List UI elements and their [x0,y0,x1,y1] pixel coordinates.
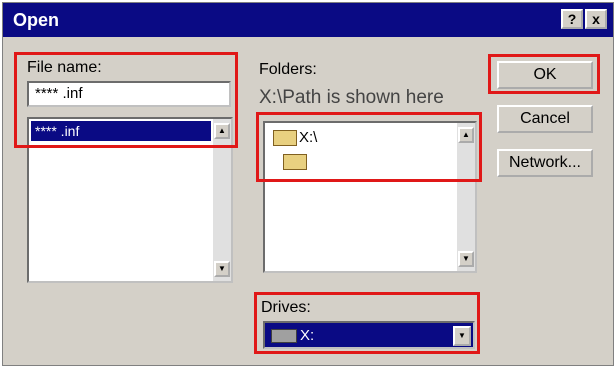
dialog-title: Open [13,10,60,30]
path-hint: X:\Path is shown here [259,87,444,108]
title-bar: Open ? x [3,3,613,37]
annotation-ok [488,54,600,94]
annotation-file-name [14,52,238,148]
help-button[interactable]: ? [561,9,583,29]
scroll-down-icon[interactable]: ▼ [214,261,230,277]
cancel-button[interactable]: Cancel [497,105,593,133]
close-button[interactable]: x [585,9,607,29]
network-button[interactable]: Network... [497,149,593,177]
folders-label: Folders: [259,61,317,78]
scroll-down-icon[interactable]: ▼ [458,251,474,267]
annotation-folders [256,112,482,182]
annotation-drives [254,292,480,354]
